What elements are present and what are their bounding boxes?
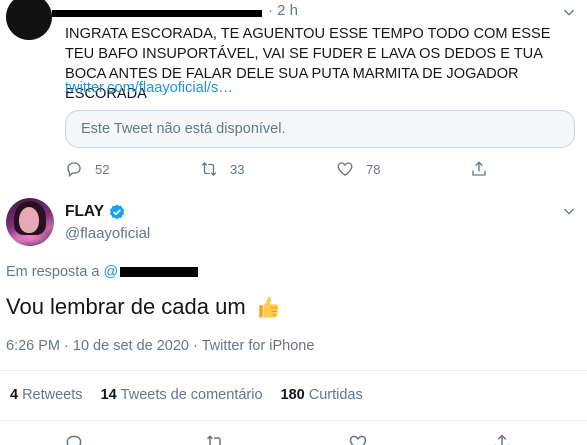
reply-count: 52: [95, 161, 110, 177]
parent-tweet[interactable]: · 2 h INGRATA ESCORADA, TE AGUENTOU ESSE…: [0, 0, 587, 190]
reply-button[interactable]: [64, 433, 84, 445]
likes-label: Curtidas: [308, 387, 363, 403]
redacted-name: [52, 10, 262, 17]
thumbs-up-icon: [258, 296, 278, 318]
verified-icon: [109, 204, 125, 220]
divider: [0, 370, 587, 371]
tweet-link[interactable]: twitter.com/flaayoficial/s…: [65, 80, 233, 96]
quote-unavailable-text: Este Tweet não está disponível.: [81, 121, 286, 137]
reply-icon: [67, 162, 81, 178]
like-button[interactable]: [348, 433, 368, 445]
avatar-face: [19, 207, 39, 233]
tweet-meta[interactable]: 6:26 PM · 10 de set de 2020 · Twitter fo…: [6, 338, 314, 354]
tweet-body: Vou lembrar de cada um: [6, 294, 246, 319]
retweet-button[interactable]: 33: [200, 158, 244, 180]
likes-stat[interactable]: 180 Curtidas: [281, 387, 363, 403]
reply-context: Em resposta a @: [6, 264, 199, 280]
retweets-label: Retweets: [22, 387, 83, 403]
retweet-button[interactable]: [205, 433, 225, 445]
quoted-tweet-unavailable: Este Tweet não está disponível.: [65, 110, 575, 148]
avatar[interactable]: [6, 198, 54, 246]
comments-label: Tweets de comentário: [120, 387, 263, 403]
chevron-down-icon[interactable]: [561, 4, 577, 20]
reply-icon: [66, 435, 82, 445]
share-icon: [494, 434, 510, 445]
divider: [0, 420, 587, 421]
like-button[interactable]: 78: [336, 158, 380, 180]
reply-prefix: Em resposta a: [6, 264, 100, 280]
display-name[interactable]: FLAY: [65, 203, 104, 221]
tweet-text: Vou lembrar de cada um: [6, 293, 282, 321]
redacted-mention: [120, 267, 199, 277]
reply-button[interactable]: 52: [65, 158, 109, 180]
share-button[interactable]: [492, 433, 512, 445]
reply-mention[interactable]: @: [104, 264, 119, 280]
retweets-stat[interactable]: 4 Retweets: [10, 387, 83, 403]
comments-stat[interactable]: 14 Tweets de comentário: [101, 387, 263, 403]
retweet-icon: [206, 435, 221, 445]
chevron-down-icon[interactable]: [561, 203, 577, 219]
tweet-time[interactable]: · 2 h: [268, 2, 298, 19]
retweet-icon: [201, 162, 217, 176]
likes-count: 180: [280, 387, 305, 403]
share-button[interactable]: [470, 158, 488, 180]
tweet-stats: 4 Retweets 14 Tweets de comentário 180 Curt…: [10, 387, 381, 403]
retweets-count: 4: [10, 387, 19, 403]
like-count: 78: [366, 161, 381, 177]
avatar[interactable]: [6, 0, 52, 40]
share-icon: [472, 161, 486, 176]
display-name-row[interactable]: FLAY: [65, 203, 126, 221]
comments-count: 14: [100, 387, 117, 403]
retweet-count: 33: [230, 161, 245, 177]
like-icon: [337, 162, 353, 176]
user-handle[interactable]: @flaayoficial: [65, 225, 150, 242]
like-icon: [349, 435, 367, 445]
